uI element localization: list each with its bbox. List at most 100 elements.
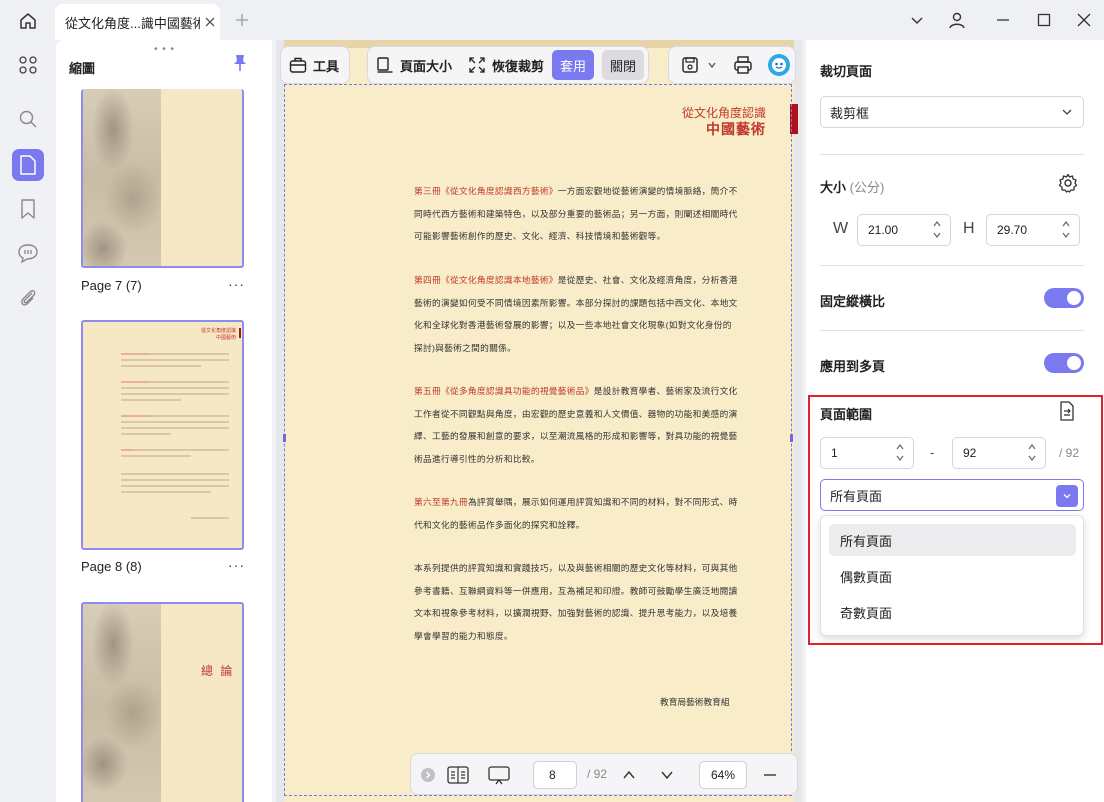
page-layout-icon[interactable] [445,754,471,796]
page-size-button[interactable]: 頁面大小 [368,47,460,83]
next-page-icon[interactable] [655,754,679,796]
document-viewer[interactable]: 從文化角度認識 中國藝術 第三冊《從文化角度認識西方藝術》一方面宏觀地從藝術演變… [276,40,802,802]
range-start-value: 1 [831,446,838,460]
page-subset-select-value: 所有頁面 [830,488,883,504]
window-close-icon[interactable] [1071,8,1097,32]
thumbnail-section-title: 總 論 [201,664,235,678]
lock-aspect-ratio-label: 固定縱橫比 [820,294,886,309]
account-icon[interactable] [944,8,970,32]
apply-multiple-pages-label: 應用到多頁 [820,359,886,374]
print-icon[interactable] [717,55,753,75]
restore-crop-label: 恢復裁剪 [492,58,545,74]
minimize-icon[interactable] [990,8,1016,32]
previous-page-icon[interactable] [617,754,641,796]
thumbnail-page-9[interactable]: 總 論 [81,602,244,802]
thumbnail-label: Page 8 (8) [81,559,142,574]
page-subset-select[interactable]: 所有頁面 [820,479,1084,511]
divider [820,330,1084,331]
range-end-input[interactable]: 92 [952,437,1046,469]
size-label: 大小 [820,180,847,195]
width-value: 21.00 [868,223,899,237]
page-navigation-bar: 8 / 92 64% [410,753,798,795]
stepper-arrows-icon[interactable] [1061,220,1071,239]
thumbnail-red-tab [239,328,241,338]
apply-multiple-pages-toggle[interactable] [1044,353,1084,373]
crop-handle-right[interactable] [790,434,793,442]
document-tab[interactable]: 從文化角度...識中國藝術 [55,4,220,40]
file-toolbar [668,46,796,84]
stepper-arrows-icon[interactable] [932,220,942,239]
close-icon[interactable] [200,16,220,28]
lock-aspect-ratio-toggle[interactable] [1044,288,1084,308]
tools-button[interactable]: 工具 [280,46,350,84]
option-all-pages[interactable]: 所有頁面 [829,524,1076,556]
thumbnail-panel-icon[interactable] [12,149,44,181]
apply-button[interactable]: 套用 [552,50,595,80]
page-size-icon [377,57,393,73]
height-label: H [963,220,975,237]
expand-bar-icon[interactable] [419,754,437,796]
chevron-down-icon[interactable] [1056,485,1078,507]
height-input[interactable]: 29.70 [986,214,1080,246]
ink-painting-image [83,89,161,266]
height-value: 29.70 [997,223,1028,237]
expand-icon [469,57,485,73]
stepper-arrows-icon[interactable] [1027,443,1037,462]
page-size-label: 頁面大小 [400,58,453,74]
search-icon[interactable] [12,103,44,135]
crop-settings-panel: 裁切頁面 裁剪框 大小 (公分) W 21.00 H 29.70 固定縱橫比 應… [806,40,1104,802]
toolbox-icon [289,57,307,73]
ink-painting-image [83,604,161,802]
thumbnail-page-7[interactable] [81,89,244,268]
zoom-out-icon[interactable] [759,754,781,796]
option-odd-pages[interactable]: 奇數頁面 [829,596,1076,628]
page-range-title: 頁面範圍 [820,407,873,422]
presentation-icon[interactable] [485,754,513,796]
settings-gear-icon[interactable] [1058,173,1078,196]
thumbnail-header-small: 從文化角度認識 [200,328,236,334]
thumbnail-header-big: 中國藝術 [215,335,236,341]
chevron-down-icon[interactable] [904,8,930,32]
drag-handle[interactable]: • • • [154,44,175,55]
save-icon[interactable] [669,56,699,74]
stepper-arrows-icon[interactable] [895,443,905,462]
attachment-icon[interactable] [12,281,44,313]
tab-title: 從文化角度...識中國藝術 [65,15,200,31]
crop-page-title: 裁切頁面 [820,64,873,79]
thumbnail-panel-title: 縮圖 [69,61,96,76]
apps-icon[interactable] [12,49,44,81]
divider [820,265,1084,266]
crop-box-select[interactable]: 裁剪框 [820,96,1084,128]
chevron-down-icon [1061,106,1073,121]
size-unit: (公分) [849,180,885,195]
zoom-level[interactable]: 64% [699,761,747,789]
page-range-icon[interactable] [1058,401,1076,424]
thumbnail-page-8[interactable]: 從文化角度認識 中國藝術 [81,320,244,550]
home-icon[interactable] [14,8,42,34]
crop-box-select-value: 裁剪框 [830,105,870,121]
crop-box[interactable] [284,84,792,796]
restore-crop-button[interactable]: 恢復裁剪 [460,47,552,83]
crop-toolbar: 頁面大小 恢復裁剪 套用 關閉 [367,46,649,84]
title-bar: 從文化角度...識中國藝術 [0,0,1104,40]
ai-assistant-icon[interactable] [753,53,791,77]
range-dash: - [930,445,935,460]
range-start-input[interactable]: 1 [820,437,914,469]
toggle-knob [1067,291,1081,305]
width-label: W [833,220,849,237]
total-pages: / 92 [587,767,608,781]
crop-handle-left[interactable] [283,434,286,442]
pin-icon[interactable] [232,54,248,75]
current-page-input[interactable]: 8 [533,761,577,789]
more-options-icon[interactable]: ··· [228,557,245,573]
plus-icon[interactable] [232,10,252,30]
more-options-icon[interactable]: ··· [228,276,245,292]
comment-icon[interactable] [12,237,44,269]
option-even-pages[interactable]: 偶數頁面 [829,560,1076,592]
chevron-down-icon[interactable] [699,60,717,70]
close-crop-button[interactable]: 關閉 [602,50,645,80]
width-input[interactable]: 21.00 [857,214,951,246]
bookmark-icon[interactable] [12,193,44,225]
maximize-icon[interactable] [1031,8,1057,32]
tools-label: 工具 [313,58,340,74]
